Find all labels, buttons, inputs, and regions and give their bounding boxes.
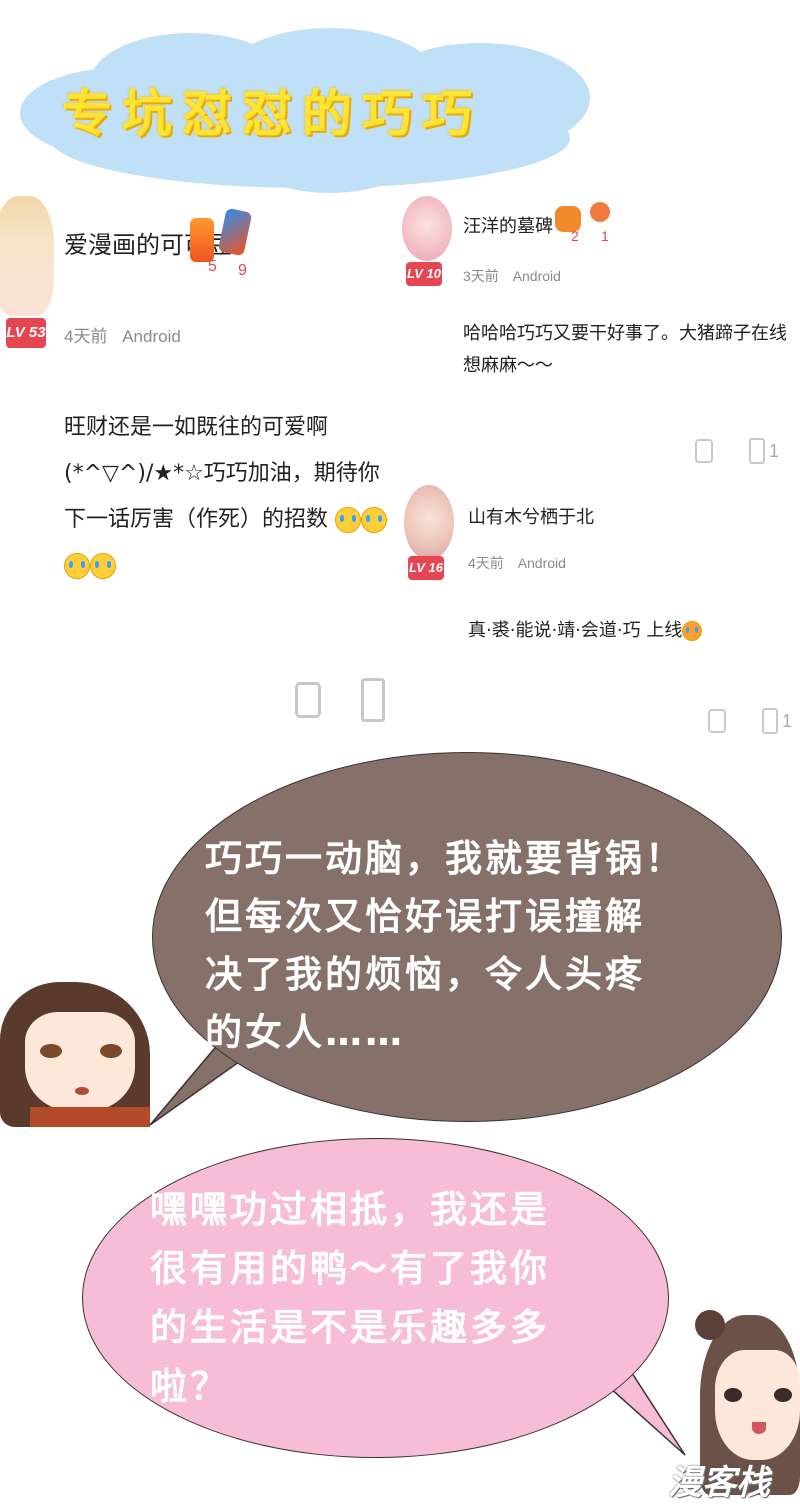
avatar[interactable]	[402, 196, 452, 261]
avatar[interactable]	[404, 485, 454, 560]
comment-text: 旺财还是一如既往的可爱啊(*^▽^)/★*☆巧巧加油，期待你下一话厉害（作死）的…	[64, 405, 399, 589]
level-badge: LV 16	[408, 556, 444, 580]
comment-actions	[295, 678, 385, 722]
reply-icon[interactable]	[295, 682, 321, 718]
like-count: 1	[782, 710, 793, 731]
badge-count: 2	[571, 228, 579, 244]
page-title: 专坑怼怼的巧巧	[62, 85, 482, 143]
comment-meta: 4天前 Android	[64, 322, 191, 347]
comment-time: 3天前	[463, 268, 499, 284]
comment-time: 4天前	[64, 327, 108, 346]
laughing-emoji-icon	[335, 507, 362, 533]
reply-icon[interactable]	[695, 439, 713, 463]
laughing-emoji-icon	[361, 507, 388, 533]
laughing-emoji-icon	[90, 553, 116, 579]
lollipop-icon	[590, 202, 610, 222]
like-icon[interactable]	[749, 438, 765, 464]
like-icon[interactable]	[361, 678, 385, 722]
comment-actions: 1	[708, 708, 792, 734]
watermark-logo: 漫客栈	[668, 1463, 770, 1503]
username[interactable]: 汪洋的墓碑	[463, 212, 553, 238]
comment-meta: 4天前 Android	[468, 553, 576, 573]
chibi-boy-character	[0, 982, 150, 1127]
comment-meta: 3天前 Android	[463, 266, 571, 286]
comment-platform: Android	[517, 555, 566, 571]
comment-platform: Android	[512, 268, 561, 284]
reply-icon[interactable]	[708, 709, 726, 733]
badge-count: 9	[238, 262, 247, 279]
badge-count: 1	[601, 228, 609, 244]
angry-emoji-icon	[682, 621, 703, 641]
comment-actions: 1	[695, 438, 779, 464]
gift-icon	[217, 207, 253, 257]
level-badge: LV 53	[6, 318, 46, 348]
like-count: 1	[769, 440, 780, 461]
comment-platform: Android	[122, 327, 181, 346]
laughing-emoji-icon	[64, 553, 90, 579]
avatar[interactable]	[0, 196, 54, 316]
speech-bubble-text: 巧巧一动脑，我就要背锅！ 但每次又恰好误打误撞解 决了我的烦恼，令人头疼 的女人…	[205, 837, 685, 1054]
medal-icon	[190, 218, 214, 262]
comment-text: 哈哈哈巧巧又要干好事了。大猪蹄子在线想麻麻～～	[463, 323, 787, 376]
like-icon[interactable]	[762, 708, 778, 734]
comment-time: 4天前	[468, 555, 504, 571]
username[interactable]: 山有木兮栖于北	[468, 503, 594, 529]
comment-text: 真·裘·能说·靖·会道·巧 上线	[468, 616, 798, 646]
level-badge: LV 10	[406, 262, 442, 286]
speech-bubble-text: 嘿嘿功过相抵，我还是 很有用的鸭～有了我你 的生活是不是乐趣多多 啦？	[150, 1188, 550, 1408]
badge-count: 5	[208, 258, 217, 275]
